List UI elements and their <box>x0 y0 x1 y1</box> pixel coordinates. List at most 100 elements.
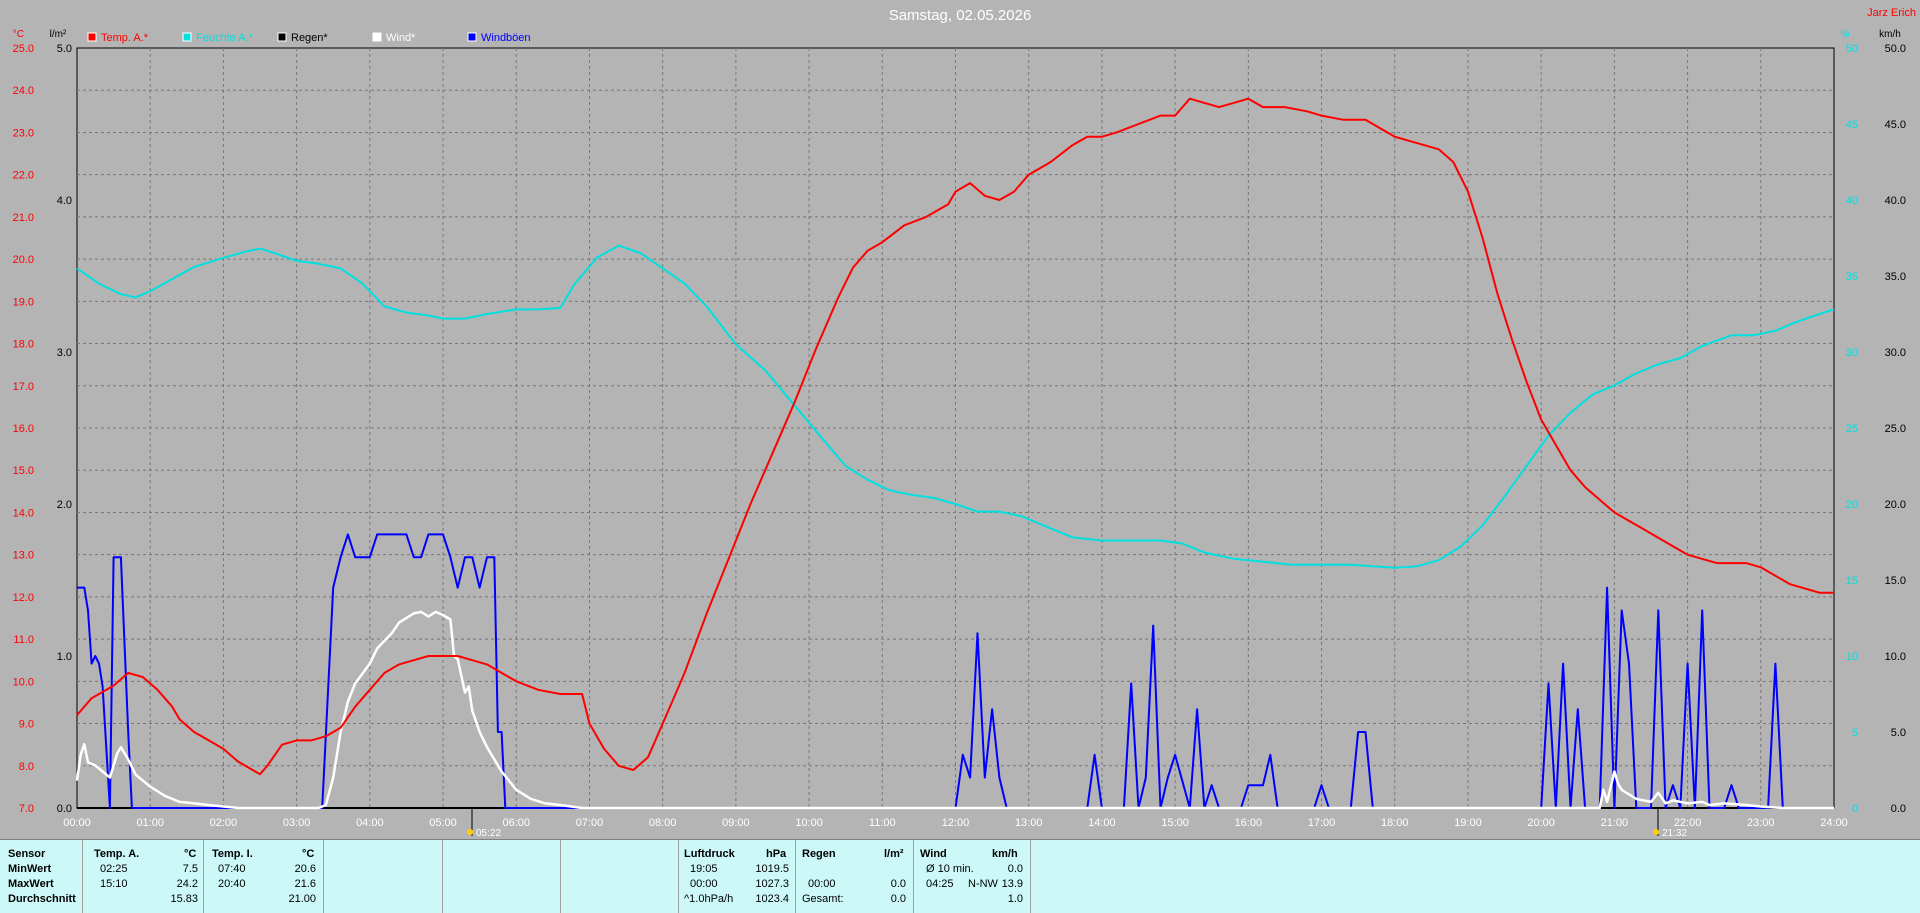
wind-tick-label: 20.0 <box>1885 499 1906 511</box>
temp-tick-label: 16.0 <box>13 423 34 435</box>
wind-max: 13.9 <box>1001 878 1023 890</box>
legend-label: Wind* <box>386 32 416 44</box>
time-tick-label: 21:00 <box>1601 817 1629 829</box>
time-tick-label: 06:00 <box>502 817 530 829</box>
time-tick-label: 08:00 <box>649 817 677 829</box>
humidity-tick-label: 40 <box>1846 195 1858 207</box>
temp-a-avg: 15.83 <box>170 893 198 905</box>
time-tick-label: 12:00 <box>942 817 970 829</box>
wind-tick-label: 15.0 <box>1885 575 1906 587</box>
rain-tick-label: 1.0 <box>57 651 72 663</box>
legend-label: Temp. A.* <box>101 32 149 44</box>
temp-tick-label: 11.0 <box>13 634 34 646</box>
legend: Temp. A.* Feuchte A.* Regen* Wind* Windböen <box>87 32 531 44</box>
legend-label: Regen* <box>291 32 328 44</box>
temp-tick-label: 22.0 <box>13 170 34 182</box>
temp-tick-label: 24.0 <box>13 85 34 97</box>
legend-swatch <box>467 32 477 42</box>
legend-label: Feuchte A.* <box>196 32 254 44</box>
temp-i-min: 20.6 <box>294 863 316 875</box>
time-tick-label: 23:00 <box>1747 817 1775 829</box>
rain-unit-label: l/m² <box>50 29 67 40</box>
time-tick-label: 20:00 <box>1527 817 1555 829</box>
pressure-max: 1027.3 <box>755 878 789 890</box>
legend-swatch <box>182 32 192 42</box>
pressure-min: 1019.5 <box>755 863 789 875</box>
humidity-tick-label: 50 <box>1846 43 1858 55</box>
humidity-tick-label: 10 <box>1846 651 1858 663</box>
time-tick-label: 02:00 <box>210 817 238 829</box>
rain-max-time: 00:00 <box>808 878 836 890</box>
temp-tick-label: 7.0 <box>19 803 34 815</box>
humidity-tick-label: 20 <box>1846 499 1858 511</box>
sensor-label: Sensor <box>8 848 46 860</box>
wind-max-dir: N-NW <box>968 878 998 890</box>
rain-tick-label: 5.0 <box>57 43 72 55</box>
humidity-tick-label: 0 <box>1852 803 1858 815</box>
wind-title: Wind <box>920 848 947 860</box>
temp-i-unit: °C <box>302 848 315 860</box>
temp-i-min-time: 07:40 <box>218 863 246 875</box>
pressure-title: Luftdruck <box>684 848 735 860</box>
sunrise-time: 05:22 <box>476 828 501 839</box>
temp-a-title: Temp. A. <box>94 848 140 860</box>
time-tick-label: 24:00 <box>1820 817 1848 829</box>
temp-a-unit: °C <box>184 848 197 860</box>
humidity-tick-label: 15 <box>1846 575 1858 587</box>
time-tick-label: 09:00 <box>722 817 750 829</box>
humidity-tick-label: 5 <box>1852 727 1858 739</box>
pressure-trend-label: ^1.0hPa/h <box>684 893 734 905</box>
humidity-tick-label: 30 <box>1846 347 1858 359</box>
min-label: MinWert <box>8 863 52 875</box>
wind-tick-label: 25.0 <box>1885 423 1906 435</box>
temp-i-avg: 21.00 <box>288 893 316 905</box>
temp-tick-label: 25.0 <box>13 43 34 55</box>
time-tick-label: 16:00 <box>1235 817 1263 829</box>
time-tick-label: 14:00 <box>1088 817 1116 829</box>
station-name: Jarz Erich <box>1867 7 1916 19</box>
rain-total-label: Gesamt: <box>802 893 844 905</box>
temp-a-min: 7.5 <box>182 863 198 875</box>
humidity-tick-label: 45 <box>1846 119 1858 131</box>
temp-i-max-time: 20:40 <box>218 878 246 890</box>
rain-title: Regen <box>802 848 836 860</box>
max-label: MaxWert <box>8 878 54 890</box>
time-tick-label: 00:00 <box>63 817 91 829</box>
rain-total: 0.0 <box>890 893 906 905</box>
legend-swatch <box>372 32 382 42</box>
wind-tick-label: 40.0 <box>1885 195 1906 207</box>
temp-a-min-time: 02:25 <box>100 863 128 875</box>
temp-tick-label: 21.0 <box>13 212 34 224</box>
rain-max: 0.0 <box>890 878 906 890</box>
pressure-max-time: 00:00 <box>690 878 718 890</box>
wind-avg-label: Ø 10 min. <box>926 863 974 875</box>
legend-swatch <box>277 32 287 42</box>
time-tick-label: 18:00 <box>1381 817 1409 829</box>
humidity-tick-label: 25 <box>1846 423 1858 435</box>
temp-tick-label: 12.0 <box>13 592 34 604</box>
temp-a-max-time: 15:10 <box>100 878 128 890</box>
temp-tick-label: 19.0 <box>13 296 34 308</box>
statistics-panel: Sensor MinWert MaxWert Durchschnitt Temp… <box>0 839 1920 913</box>
temp-tick-label: 9.0 <box>19 719 34 731</box>
temp-tick-label: 20.0 <box>13 254 34 266</box>
wind-tick-label: 10.0 <box>1885 651 1906 663</box>
chart-title: Samstag, 02.05.2026 <box>889 7 1032 24</box>
temp-tick-label: 14.0 <box>13 507 34 519</box>
temp-unit-label: °C <box>13 29 24 40</box>
wind-max-time: 04:25 <box>926 878 954 890</box>
time-tick-label: 19:00 <box>1454 817 1482 829</box>
wind-tick-label: 0.0 <box>1891 803 1906 815</box>
rain-tick-label: 3.0 <box>57 347 72 359</box>
legend-swatch <box>87 32 97 42</box>
legend-label: Windböen <box>481 32 531 44</box>
rain-unit: l/m² <box>884 848 904 860</box>
time-tick-label: 01:00 <box>136 817 164 829</box>
sun-icon <box>467 829 473 835</box>
temp-tick-label: 23.0 <box>13 127 34 139</box>
temp-tick-label: 8.0 <box>19 761 34 773</box>
time-tick-label: 03:00 <box>283 817 311 829</box>
wind-tick-label: 45.0 <box>1885 119 1906 131</box>
pressure-trend: 1023.4 <box>755 893 789 905</box>
wind-tick-label: 50.0 <box>1885 43 1906 55</box>
